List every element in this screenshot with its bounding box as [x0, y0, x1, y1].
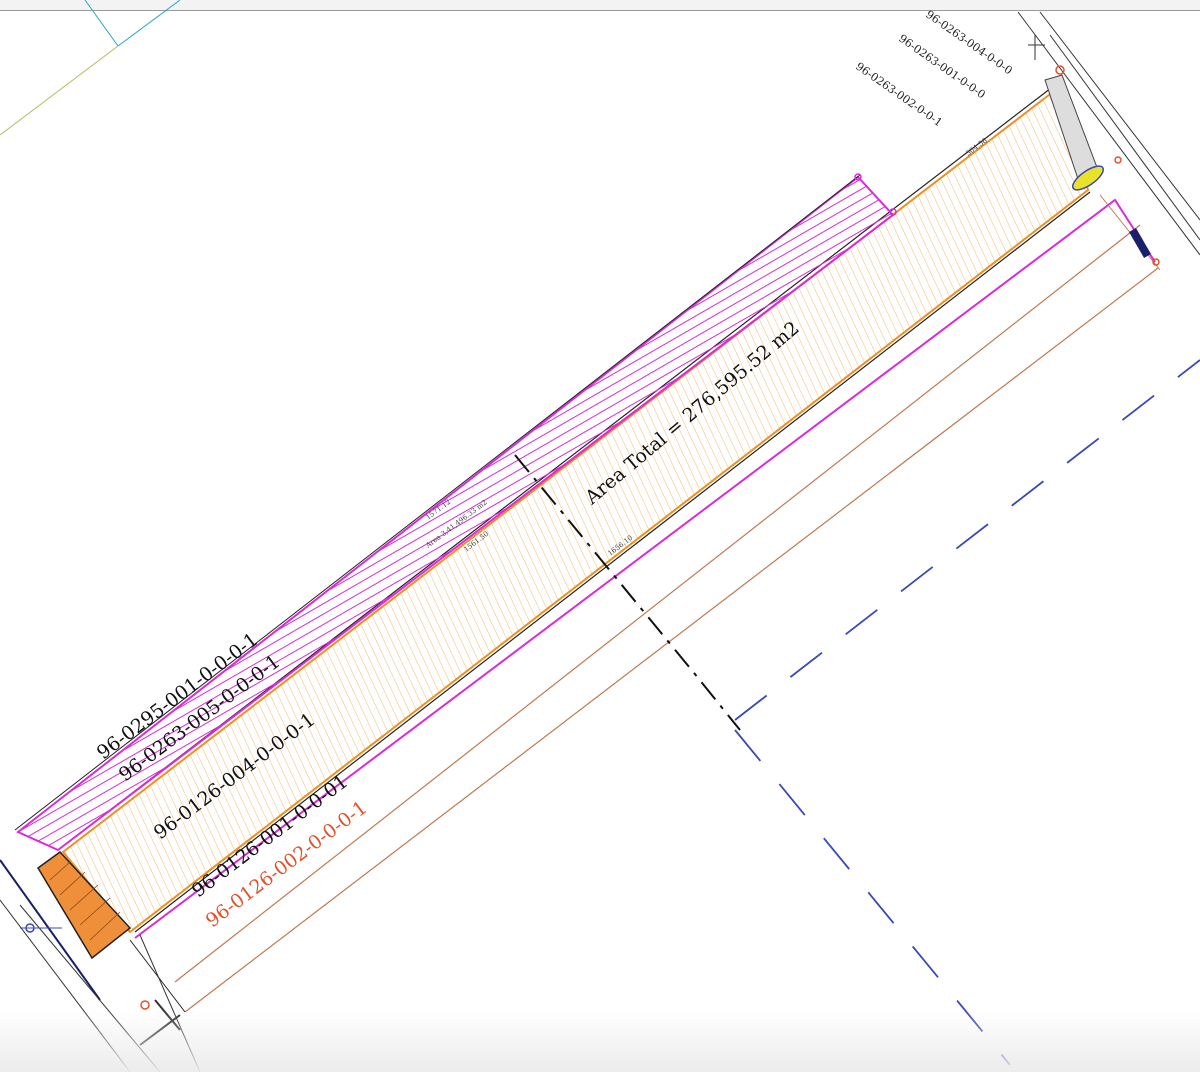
- corner-marker-navy: [1129, 228, 1151, 258]
- parcel-label-top-0263-002: 96-0263-002-0-0-1: [853, 60, 944, 129]
- cad-drawing-canvas: Area Total = 276,595.52 m2 96-0295-001-0…: [0, 0, 1200, 1072]
- vertex-marker: [1055, 65, 1065, 75]
- blue-dashed-lines: [734, 359, 1200, 1066]
- vertex-marker: [1114, 156, 1122, 164]
- grid-lines: [0, 0, 181, 136]
- strip-lines: [129, 194, 1161, 1013]
- parcel-area-orange-hatch: [61, 86, 1090, 934]
